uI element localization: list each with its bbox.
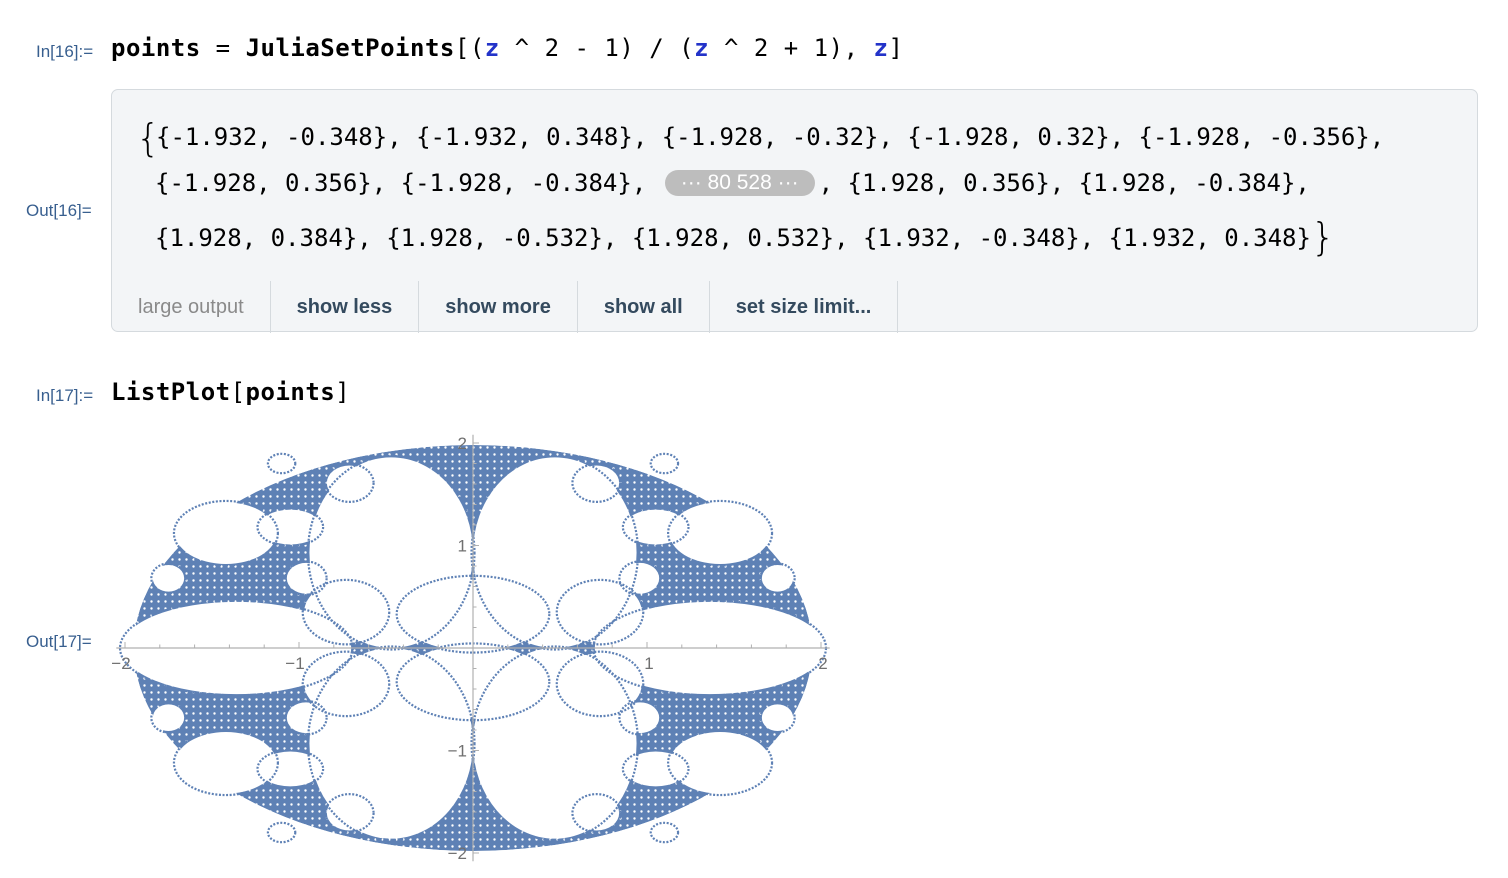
scatter-plot-svg: −2 −1 1 2 2 1 −1 −2: [111, 434, 830, 863]
paren: ): [828, 34, 844, 62]
input-cell-17[interactable]: ListPlot[points]: [111, 378, 350, 406]
expr-part: ^ 2 + 1: [709, 34, 829, 62]
large-output-box: { {-1.932, -0.348}, {-1.932, 0.348}, {-1…: [111, 89, 1478, 333]
function-name: ListPlot: [111, 378, 231, 406]
symbol-z: z: [694, 34, 710, 62]
symbol-z: z: [873, 34, 889, 62]
x-tick-label: −1: [285, 654, 304, 673]
x-tick-label: 1: [644, 654, 653, 673]
output-label-16: Out[16]=: [26, 201, 92, 220]
fractal-hole-edge: [266, 452, 297, 475]
output-line-3-text: {1.928, 0.384}, {1.928, -0.532}, {1.928,…: [155, 224, 1311, 252]
function-name: JuliaSetPoints: [245, 34, 455, 62]
show-more-button[interactable]: show more: [419, 281, 578, 333]
fractal-hole-edge: [649, 452, 680, 475]
output-line-2-end: , {1.928, 0.356}, {1.928, -0.384},: [818, 169, 1310, 197]
close-bracket: ]: [888, 34, 904, 62]
x-tick-label: 2: [818, 654, 827, 673]
output-line-1: {-1.932, -0.348}, {-1.932, 0.348}, {-1.9…: [156, 123, 1385, 151]
paren: (: [679, 34, 695, 62]
x-tick-label: −2: [111, 654, 130, 673]
list-plot[interactable]: −2 −1 1 2 2 1 −1 −2: [106, 430, 836, 875]
output-line-2: {-1.928, 0.356}, {-1.928, -0.384}, ··· 8…: [155, 169, 1310, 197]
argument-points: points: [245, 378, 336, 406]
outer-close-brace: }: [1310, 215, 1336, 259]
fractal-hole-edge: [649, 821, 680, 844]
comma: ,: [843, 34, 874, 62]
y-tick-label: 1: [458, 537, 467, 556]
paren: (: [469, 34, 485, 62]
input-cell-16[interactable]: points = JuliaSetPoints[(z ^ 2 - 1) / (z…: [111, 34, 903, 62]
large-output-toolbar: large output show less show more show al…: [112, 281, 899, 333]
expr-part: ^ 2 - 1: [499, 34, 620, 62]
y-tick-label: 2: [458, 434, 467, 453]
open-bracket: [: [454, 34, 470, 62]
paren: ): [619, 34, 635, 62]
fractal-hole-edge: [266, 821, 297, 844]
y-tick-label: −2: [448, 844, 467, 863]
output-line-3: {1.928, 0.384}, {1.928, -0.532}, {1.928,…: [155, 211, 1335, 259]
large-output-label: large output: [112, 281, 271, 333]
input-label-16: In[16]:=: [36, 42, 94, 61]
output-line-2-start: {-1.928, 0.356}, {-1.928, -0.384},: [155, 169, 661, 197]
set-size-limit-button[interactable]: set size limit...: [710, 281, 899, 333]
open-bracket: [: [230, 378, 246, 406]
output-label-17: Out[17]=: [26, 632, 92, 651]
show-less-button[interactable]: show less: [271, 281, 420, 333]
elided-count-badge[interactable]: ··· 80 528 ···: [664, 170, 815, 196]
divide-operator: /: [634, 34, 680, 62]
close-bracket: ]: [335, 378, 351, 406]
variable-points: points: [111, 34, 201, 62]
y-tick-label: −1: [448, 742, 467, 761]
input-label-17: In[17]:=: [36, 386, 94, 405]
equals-operator: =: [200, 34, 246, 62]
show-all-button[interactable]: show all: [578, 281, 710, 333]
symbol-z: z: [484, 34, 500, 62]
